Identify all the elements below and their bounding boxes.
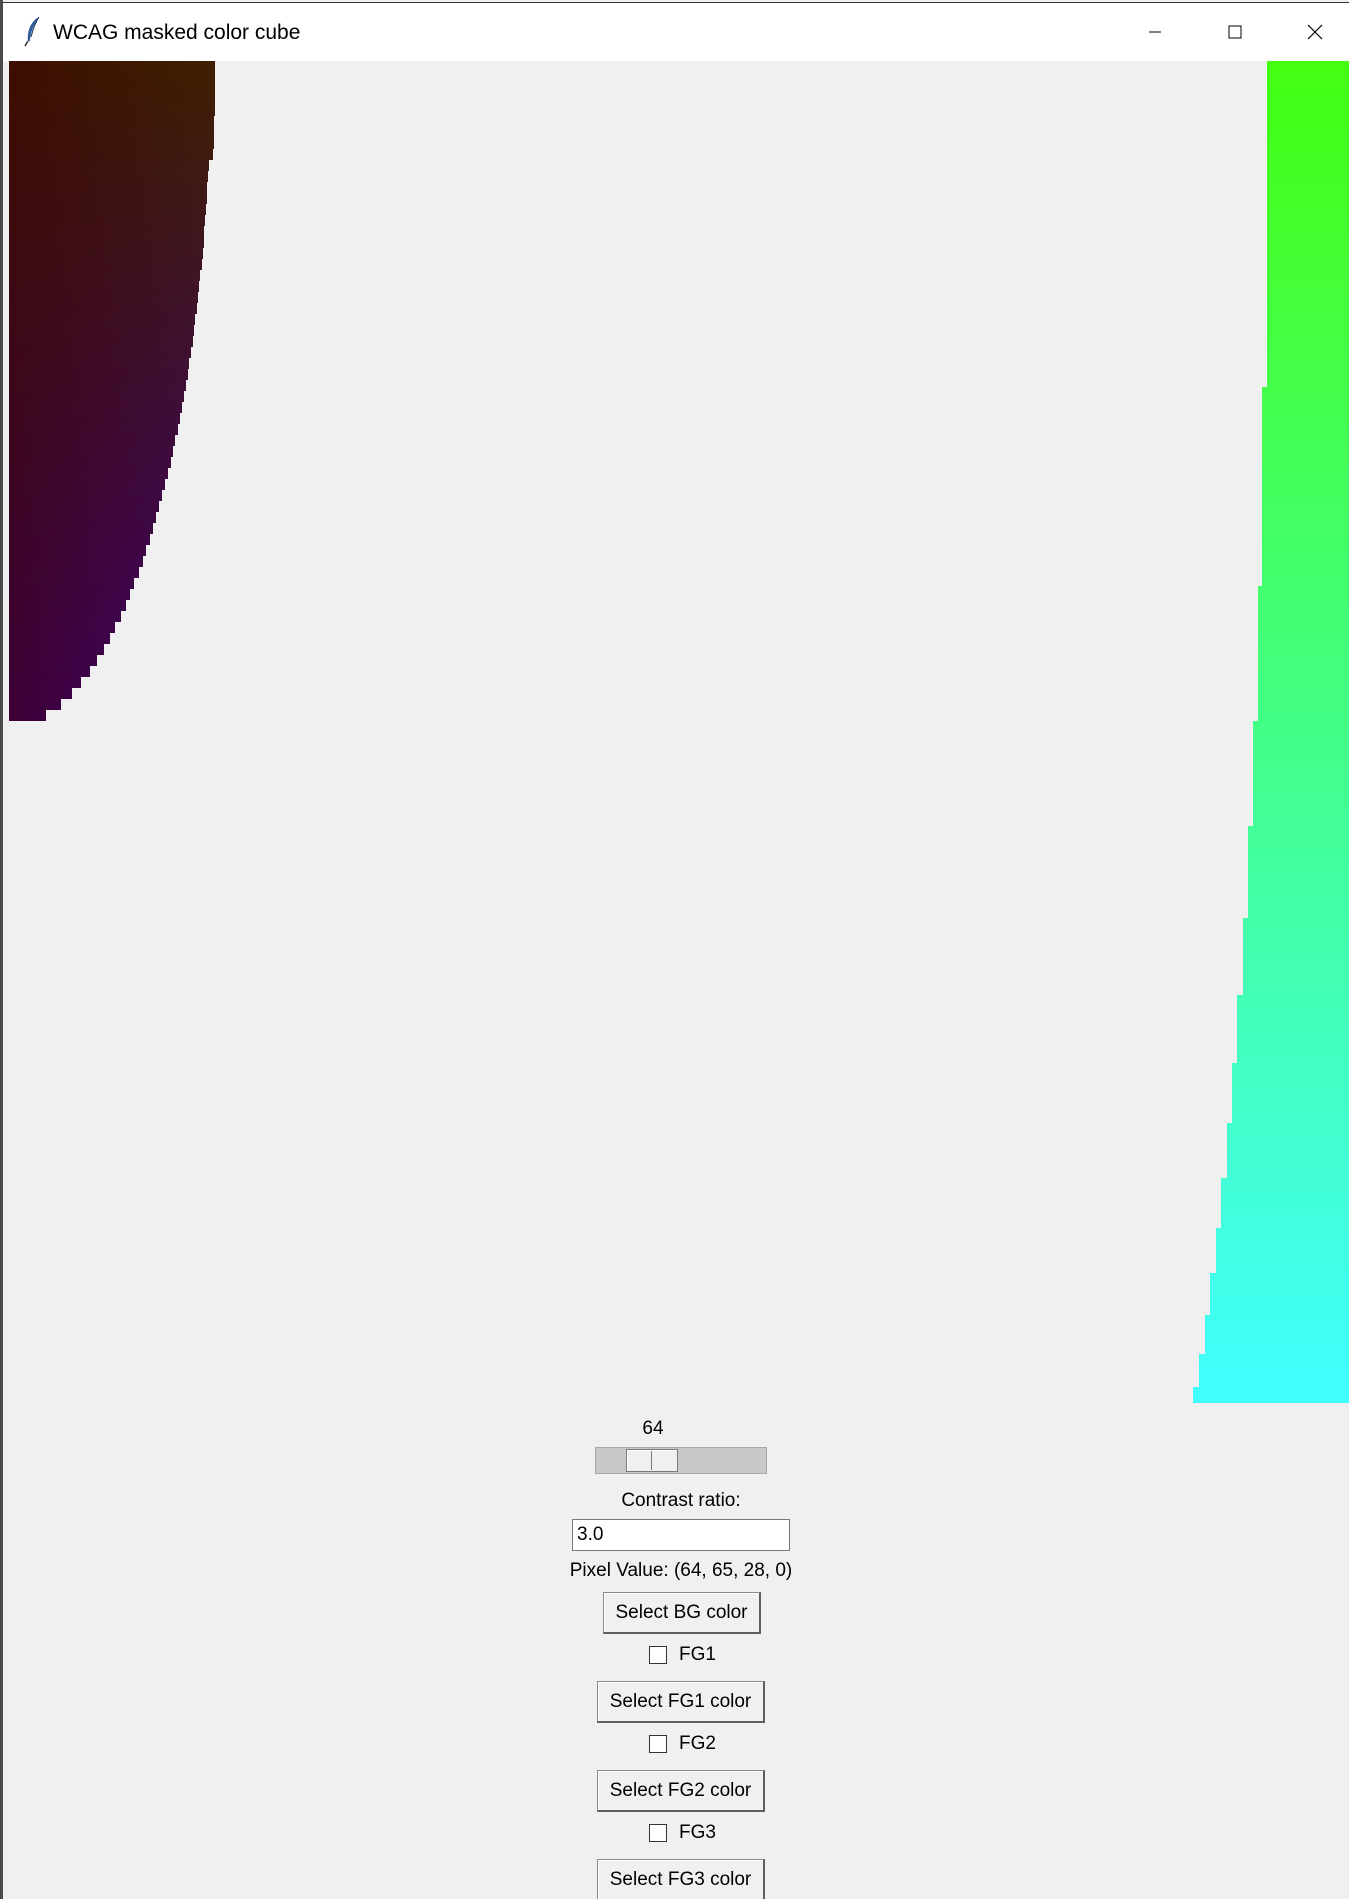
select-bg-color-button[interactable]: Select BG color [603, 1592, 761, 1634]
scale-value: 64 [642, 1418, 664, 1439]
fg1-checkbox-box[interactable] [649, 1646, 667, 1664]
select-fg2-color-button[interactable]: Select FG2 color [597, 1770, 765, 1812]
close-icon [1307, 24, 1323, 40]
scale-trough[interactable] [595, 1447, 767, 1474]
masked-region-right [1193, 61, 1349, 1403]
fg1-checkbox-label: FG1 [679, 1644, 716, 1665]
contrast-ratio-label: Contrast ratio: [621, 1490, 741, 1511]
close-button[interactable] [1275, 3, 1349, 61]
title-bar[interactable]: WCAG masked color cube [3, 2, 1349, 61]
color-cube-canvas[interactable] [9, 61, 1349, 1403]
minimize-button[interactable] [1115, 3, 1195, 61]
app-window: WCAG masked color cube 64 Contrast ratio… [0, 0, 1349, 1899]
fg3-checkbox[interactable]: FG3 [649, 1821, 716, 1845]
contrast-ratio-input[interactable] [572, 1519, 790, 1551]
fg2-checkbox-box[interactable] [649, 1735, 667, 1753]
fg3-checkbox-label: FG3 [679, 1822, 716, 1843]
fg1-checkbox[interactable]: FG1 [649, 1643, 716, 1667]
fg3-checkbox-box[interactable] [649, 1824, 667, 1842]
select-fg1-color-button[interactable]: Select FG1 color [597, 1681, 765, 1723]
feather-icon [24, 16, 40, 47]
window-title: WCAG masked color cube [53, 21, 301, 44]
fg2-checkbox[interactable]: FG2 [649, 1732, 716, 1756]
fg2-checkbox-label: FG2 [679, 1733, 716, 1754]
masked-region-left [9, 61, 215, 721]
maximize-icon [1228, 25, 1242, 39]
select-fg3-color-button[interactable]: Select FG3 color [597, 1859, 765, 1899]
maximize-button[interactable] [1195, 3, 1275, 61]
pixel-value-label: Pixel Value: (64, 65, 28, 0) [569, 1560, 793, 1581]
scale-slider-handle[interactable] [626, 1449, 678, 1472]
minimize-icon [1149, 31, 1161, 33]
